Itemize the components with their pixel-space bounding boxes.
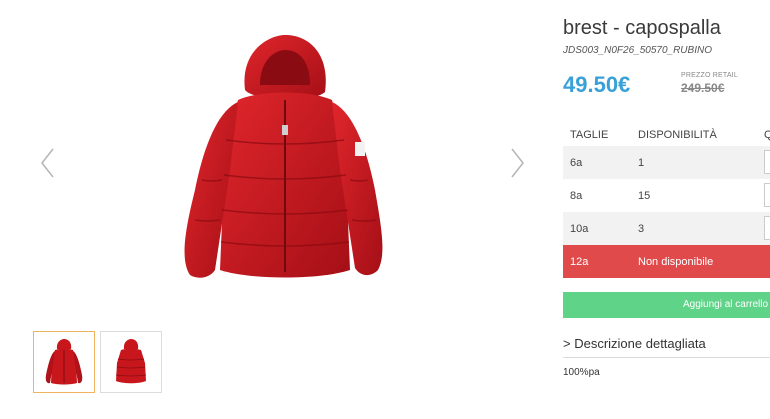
row-size: 10a: [570, 223, 589, 235]
product-title: brest - capospalla: [563, 17, 721, 39]
next-image-arrow[interactable]: [505, 145, 529, 181]
row-availability: 1: [638, 157, 645, 169]
product-info: brest - capospalla JDS003_N0F26_50570_RU…: [563, 0, 770, 419]
add-to-cart-button[interactable]: Aggiungi al carrello: [563, 292, 770, 318]
header-availability: DISPONIBILITÀ: [638, 129, 717, 141]
row-availability: Non disponibile: [638, 256, 714, 268]
table-row: 10a 3: [563, 212, 770, 245]
jacket-back-thumbnail-icon: [115, 339, 147, 384]
product-gallery: [0, 0, 550, 419]
header-quantity: Q: [764, 129, 770, 141]
header-sizes: TAGLIE: [570, 129, 609, 141]
row-availability: 3: [638, 223, 645, 235]
prev-image-arrow[interactable]: [36, 145, 60, 181]
table-row: 6a 1: [563, 146, 770, 179]
thumbnail-2[interactable]: [100, 331, 162, 393]
quantity-input[interactable]: [764, 183, 770, 207]
product-sku: JDS003_N0F26_50570_RUBINO: [563, 45, 712, 56]
divider: [563, 357, 770, 358]
material-text: 100%pa: [563, 367, 600, 378]
product-main-image: [150, 30, 410, 290]
sizes-table: TAGLIE DISPONIBILITÀ Q 6a 1 8a 15 10a 3 …: [563, 124, 770, 278]
row-size: 6a: [570, 157, 583, 169]
retail-price: 249.50€: [681, 81, 725, 95]
retail-price-label: PREZZO RETAIL: [681, 72, 738, 79]
table-header: TAGLIE DISPONIBILITÀ Q: [563, 124, 770, 146]
row-size: 8a: [570, 190, 583, 202]
row-size: 12a: [570, 256, 589, 268]
description-toggle[interactable]: > Descrizione dettagliata: [563, 336, 706, 351]
add-to-cart-label: Aggiungi al carrello: [683, 299, 769, 310]
quantity-input[interactable]: [764, 216, 770, 240]
red-jacket-image: [184, 35, 383, 278]
row-availability: 15: [638, 190, 651, 202]
jacket-front-thumbnail-icon: [45, 339, 83, 385]
quantity-input[interactable]: [764, 150, 770, 174]
thumbnail-1[interactable]: [33, 331, 95, 393]
chevron-right-icon: [511, 148, 524, 178]
table-row-unavailable: 12a Non disponibile: [563, 245, 770, 278]
product-price: 49.50€: [563, 72, 631, 97]
table-row: 8a 15: [563, 179, 770, 212]
chevron-left-icon: [41, 148, 54, 178]
